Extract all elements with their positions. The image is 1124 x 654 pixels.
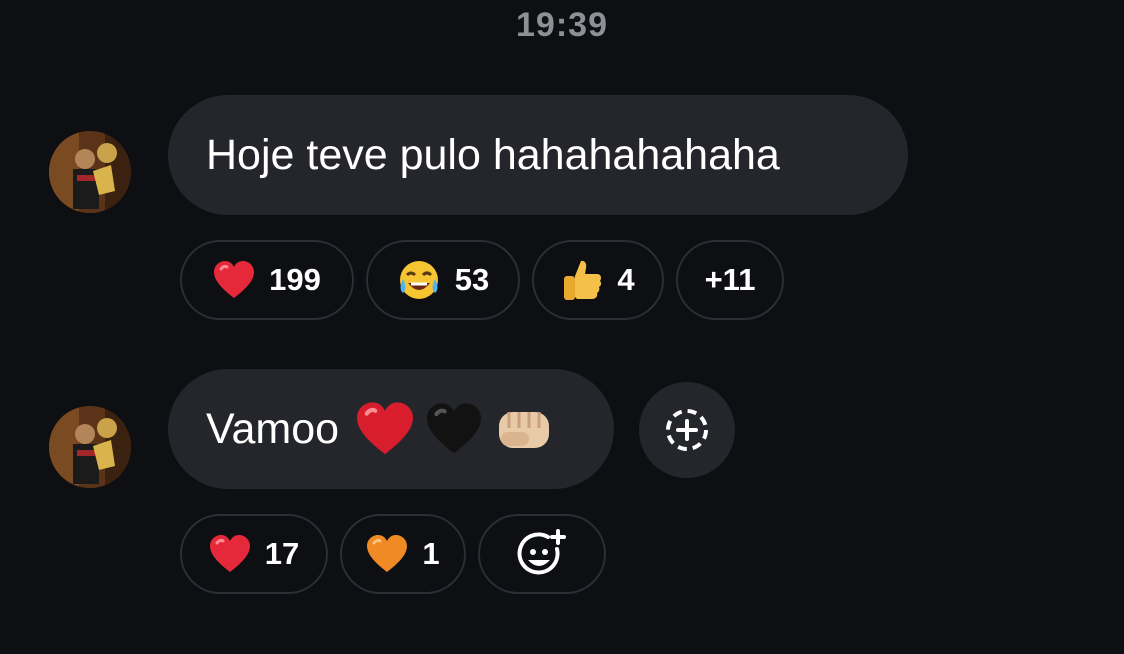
tears-of-joy-icon bbox=[397, 259, 441, 301]
message-bubble[interactable]: Vamoo bbox=[168, 369, 614, 489]
add-reaction-icon bbox=[517, 529, 566, 575]
thumbs-up-icon bbox=[561, 258, 603, 302]
add-circle-dashed-icon bbox=[666, 409, 708, 451]
black-heart-icon bbox=[425, 402, 483, 456]
red-heart-icon bbox=[213, 260, 255, 300]
avatar[interactable] bbox=[49, 131, 131, 213]
message-bubble[interactable]: Hoje teve pulo hahahahahaha bbox=[168, 95, 908, 215]
reaction-thumbs-up[interactable]: 4 bbox=[532, 240, 664, 320]
reaction-heart[interactable]: 199 bbox=[180, 240, 354, 320]
red-heart-icon bbox=[209, 534, 251, 574]
reaction-count: 199 bbox=[269, 262, 321, 297]
red-heart-icon bbox=[355, 401, 415, 457]
add-circle-dashed-button[interactable] bbox=[639, 382, 735, 478]
add-reaction-button[interactable] bbox=[478, 514, 606, 594]
reaction-tears-of-joy[interactable]: 53 bbox=[366, 240, 520, 320]
avatar[interactable] bbox=[49, 406, 131, 488]
message-text: Hoje teve pulo hahahahahaha bbox=[206, 130, 780, 179]
reaction-orange-heart[interactable]: 1 bbox=[340, 514, 466, 594]
reaction-count: 17 bbox=[264, 536, 300, 571]
orange-heart-icon bbox=[366, 534, 408, 574]
reaction-heart[interactable]: 17 bbox=[180, 514, 328, 594]
reaction-count: 4 bbox=[617, 262, 635, 297]
more-reactions-button[interactable]: +11 bbox=[676, 240, 784, 320]
reaction-count: 1 bbox=[422, 536, 440, 571]
message-text: Vamoo bbox=[206, 404, 340, 453]
timestamp: 19:39 bbox=[516, 6, 608, 44]
oncoming-fist-icon bbox=[495, 402, 555, 456]
reaction-count: 53 bbox=[454, 262, 490, 297]
more-reactions-label: +11 bbox=[704, 262, 756, 297]
